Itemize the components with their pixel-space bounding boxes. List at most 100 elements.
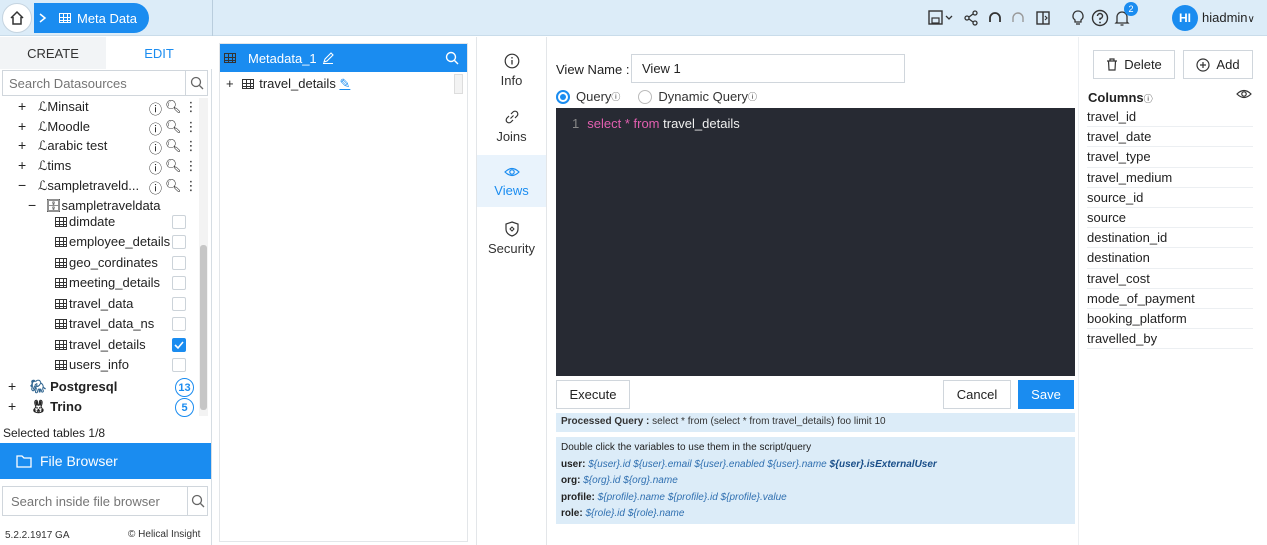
collapse-icon[interactable]: −	[18, 177, 26, 193]
redo-icon[interactable]	[1008, 8, 1028, 28]
org-variables[interactable]: ${org}.id ${org}.name	[583, 475, 678, 486]
help-icon[interactable]	[1090, 8, 1110, 28]
expand-icon[interactable]: +	[226, 76, 234, 91]
avatar[interactable]: HI	[1172, 5, 1198, 31]
breadcrumb-meta-data[interactable]: Meta Data	[51, 3, 149, 33]
column-item[interactable]: source	[1087, 208, 1253, 229]
column-item[interactable]: travel_id	[1087, 107, 1253, 128]
expand-icon[interactable]: +	[18, 118, 26, 134]
save-dropdown-icon[interactable]	[927, 8, 955, 28]
eye-icon[interactable]	[1236, 88, 1252, 100]
more-icon[interactable]: ⋮	[185, 99, 198, 118]
table-checkbox[interactable]	[172, 276, 186, 290]
view-name-input[interactable]	[631, 54, 905, 83]
tab-edit[interactable]: EDIT	[106, 37, 212, 69]
more-icon[interactable]: ⋮	[185, 138, 198, 157]
table-row[interactable]: employee_details	[0, 232, 200, 252]
expand-icon[interactable]: +	[18, 137, 26, 153]
info-icon[interactable]: ⓘ	[149, 99, 162, 118]
column-item[interactable]: travelled_by	[1087, 329, 1253, 350]
expand-icon[interactable]: +	[8, 398, 16, 414]
file-browser-button[interactable]: File Browser	[0, 443, 211, 479]
info-icon[interactable]: ⓘ	[149, 138, 162, 157]
nav-info[interactable]: Info	[477, 44, 546, 96]
search-icon[interactable]: 🔍︎	[165, 138, 182, 157]
tree-item-sampletraveld[interactable]: − ℒsampletraveld... ⓘ 🔍︎ ⋮	[0, 176, 200, 196]
profile-variables[interactable]: ${profile}.name ${profile}.id ${profile}…	[598, 492, 787, 503]
user-external-variable[interactable]: ${user}.isExternalUser	[830, 459, 937, 470]
tree-item-tims[interactable]: + ℒtims ⓘ 🔍︎ ⋮	[0, 156, 200, 176]
table-checkbox[interactable]	[172, 215, 186, 229]
table-row[interactable]: travel_details	[0, 335, 200, 355]
table-checkbox[interactable]	[172, 317, 186, 331]
table-row[interactable]: geo_cordinates	[0, 253, 200, 273]
column-item[interactable]: destination	[1087, 248, 1253, 269]
left-scrollbar-thumb[interactable]	[200, 245, 207, 410]
search-icon[interactable]	[187, 487, 207, 515]
tree-item-trino[interactable]: + 🐰︎ Trino 5	[0, 397, 200, 417]
add-button[interactable]: Add	[1183, 50, 1253, 79]
table-row[interactable]: travel_data	[0, 294, 200, 314]
more-icon[interactable]: ⋮	[185, 158, 198, 177]
table-row[interactable]: travel_data_ns	[0, 314, 200, 334]
collapse-icon[interactable]: −	[28, 197, 36, 213]
expand-icon[interactable]: +	[18, 157, 26, 173]
table-row[interactable]: users_info	[0, 355, 200, 375]
table-row[interactable]: meeting_details	[0, 273, 200, 293]
file-browser-search-input[interactable]	[3, 487, 187, 515]
column-item[interactable]: travel_date	[1087, 127, 1253, 148]
tab-create[interactable]: CREATE	[0, 37, 106, 69]
column-item[interactable]: travel_type	[1087, 147, 1253, 168]
role-variables[interactable]: ${role}.id ${role}.name	[585, 508, 684, 519]
undo-icon[interactable]	[985, 8, 1005, 28]
search-icon[interactable]: 🔍︎	[165, 178, 182, 197]
user-variables[interactable]: ${user}.id ${user}.email ${user}.enabled…	[588, 459, 827, 470]
column-item[interactable]: mode_of_payment	[1087, 289, 1253, 309]
datasource-search-input[interactable]	[3, 71, 185, 95]
info-icon[interactable]: ⓘ	[149, 178, 162, 197]
tree-item-postgresql[interactable]: + 🐘︎ Postgresql 13	[0, 377, 200, 397]
column-item[interactable]: travel_medium	[1087, 168, 1253, 188]
column-item[interactable]: booking_platform	[1087, 309, 1253, 330]
execute-button[interactable]: Execute	[556, 380, 630, 409]
cancel-button[interactable]: Cancel	[943, 380, 1011, 409]
column-item[interactable]: destination_id	[1087, 228, 1253, 249]
metadata-table-row[interactable]: + travel_details ✎︎	[226, 76, 350, 92]
table-checkbox[interactable]	[172, 235, 186, 249]
idea-icon[interactable]	[1068, 8, 1088, 28]
more-icon[interactable]: ⋮	[185, 178, 198, 197]
query-radio[interactable]	[556, 89, 570, 104]
preview-icon[interactable]	[1033, 8, 1053, 28]
table-checkbox[interactable]	[172, 256, 186, 270]
expand-icon[interactable]: +	[18, 98, 26, 114]
search-icon[interactable]	[445, 51, 459, 65]
share-icon[interactable]	[961, 8, 981, 28]
edit-icon[interactable]	[322, 52, 334, 64]
nav-joins[interactable]: Joins	[477, 100, 546, 152]
save-button[interactable]: Save	[1018, 380, 1074, 409]
tree-item-arabic-test[interactable]: + ℒarabic test ⓘ 🔍︎ ⋮	[0, 136, 200, 156]
search-icon[interactable]	[185, 71, 207, 95]
table-checkbox-checked[interactable]	[172, 338, 186, 352]
info-icon[interactable]: ⓘ	[149, 158, 162, 177]
editor-line[interactable]: 1 select * from travel_details	[572, 116, 740, 131]
table-checkbox[interactable]	[172, 297, 186, 311]
search-icon[interactable]: 🔍︎	[165, 158, 182, 177]
nav-views[interactable]: Views	[477, 155, 546, 207]
search-icon[interactable]: 🔍︎	[165, 99, 182, 118]
column-item[interactable]: travel_cost	[1087, 269, 1253, 289]
nav-security[interactable]: Security	[477, 212, 546, 264]
expand-icon[interactable]: +	[8, 378, 16, 394]
table-checkbox[interactable]	[172, 358, 186, 372]
dynamic-query-radio[interactable]	[638, 89, 653, 104]
query-editor[interactable]	[556, 108, 1075, 376]
home-icon[interactable]	[2, 3, 32, 33]
metadata-scrollbar[interactable]	[454, 74, 463, 94]
tree-item-minsait[interactable]: + ℒMinsait ⓘ 🔍︎ ⋮	[0, 97, 200, 117]
tree-item-moodle[interactable]: + ℒMoodle ⓘ 🔍︎ ⋮	[0, 117, 200, 137]
user-menu[interactable]: hiadmin∨	[1202, 10, 1255, 25]
column-item[interactable]: source_id	[1087, 188, 1253, 208]
edit-icon[interactable]: ✎︎	[339, 76, 350, 91]
delete-button[interactable]: Delete	[1093, 50, 1175, 79]
table-row[interactable]: dimdate	[0, 212, 200, 232]
